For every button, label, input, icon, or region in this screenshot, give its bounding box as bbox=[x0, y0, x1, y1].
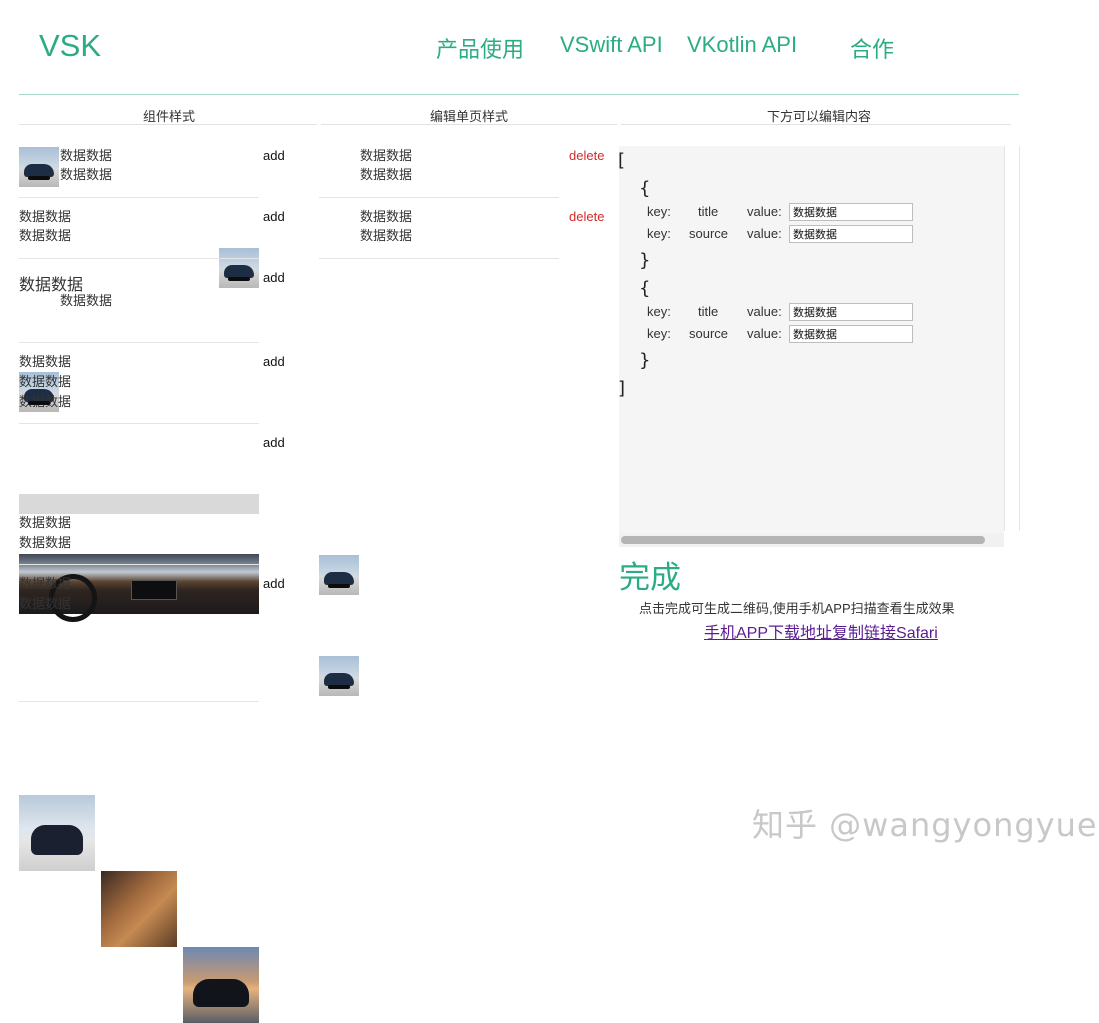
component-text: 数据数据 bbox=[19, 374, 72, 389]
column-title-edit-page: 编辑单页样式 bbox=[429, 109, 508, 124]
value-input[interactable] bbox=[789, 225, 913, 243]
value-input[interactable] bbox=[789, 203, 913, 221]
component-text: 数据数据 bbox=[19, 576, 72, 591]
add-button[interactable]: add bbox=[263, 209, 285, 224]
column-divider bbox=[321, 124, 617, 125]
edit-text: 数据数据 bbox=[360, 228, 413, 243]
car-thumbnail bbox=[319, 555, 359, 595]
key-label: key: bbox=[647, 226, 671, 241]
column-divider bbox=[19, 124, 317, 125]
edit-text: 数据数据 bbox=[360, 209, 413, 224]
value-label: value: bbox=[747, 204, 782, 219]
row-divider bbox=[19, 342, 259, 343]
app-download-link[interactable]: 手机APP下载地址复制链接Safari bbox=[704, 619, 938, 643]
key-label: key: bbox=[647, 326, 671, 341]
add-button[interactable]: add bbox=[263, 148, 285, 163]
value-input[interactable] bbox=[789, 303, 913, 321]
value-label: value: bbox=[747, 326, 782, 341]
row-divider bbox=[19, 564, 259, 565]
value-input[interactable] bbox=[789, 325, 913, 343]
row-divider bbox=[19, 423, 259, 424]
open-brace: { bbox=[639, 278, 651, 299]
delete-button[interactable]: delete bbox=[569, 209, 604, 224]
row-divider bbox=[19, 258, 259, 259]
row-divider bbox=[19, 197, 259, 198]
component-text: 数据数据 bbox=[19, 596, 72, 611]
gallery-image bbox=[183, 947, 259, 1023]
nav-cooperation[interactable]: 合作 bbox=[850, 32, 894, 64]
component-text: 数据数据 bbox=[19, 228, 72, 243]
column-title-editable: 下方可以编辑内容 bbox=[766, 109, 871, 124]
close-bracket: ] bbox=[618, 378, 626, 399]
add-button[interactable]: add bbox=[263, 435, 285, 450]
car-thumbnail bbox=[19, 147, 59, 187]
component-text: 数据数据 bbox=[60, 293, 113, 308]
key-label: key: bbox=[647, 204, 671, 219]
key-name: title bbox=[698, 204, 719, 219]
nav-vswift-api[interactable]: VSwift API bbox=[560, 32, 663, 58]
row-divider bbox=[319, 197, 559, 198]
logo[interactable]: VSK bbox=[39, 28, 101, 64]
component-text: 数据数据 bbox=[19, 354, 72, 369]
edit-text: 数据数据 bbox=[360, 167, 413, 182]
add-button[interactable]: add bbox=[263, 576, 285, 591]
open-bracket: [ bbox=[618, 150, 626, 171]
column-divider bbox=[621, 124, 1011, 125]
key-name: source bbox=[689, 326, 729, 341]
open-brace: { bbox=[639, 178, 651, 199]
row-divider bbox=[319, 258, 559, 259]
header-divider bbox=[19, 94, 1019, 95]
key-label: key: bbox=[647, 304, 671, 319]
editor-side-rail bbox=[1004, 146, 1020, 531]
gallery-image bbox=[19, 795, 95, 871]
add-button[interactable]: add bbox=[263, 354, 285, 369]
row-divider bbox=[19, 701, 259, 702]
component-text: 数据数据 bbox=[19, 209, 72, 224]
key-name: title bbox=[698, 304, 719, 319]
add-button[interactable]: add bbox=[263, 270, 285, 285]
value-label: value: bbox=[747, 226, 782, 241]
car-thumbnail bbox=[319, 656, 359, 696]
banner-caption-bar bbox=[19, 494, 259, 514]
close-brace: } bbox=[639, 350, 651, 371]
nav-vkotlin-api[interactable]: VKotlin API bbox=[687, 32, 797, 58]
edit-text: 数据数据 bbox=[360, 148, 413, 163]
component-text: 数据数据 bbox=[60, 148, 113, 163]
nav-product-usage[interactable]: 产品使用 bbox=[436, 32, 524, 64]
component-text: 数据数据 bbox=[19, 515, 72, 530]
scrollbar-thumb[interactable] bbox=[621, 536, 985, 544]
dashboard-screen-shape bbox=[131, 580, 177, 600]
component-text: 数据数据 bbox=[60, 167, 113, 182]
column-title-components: 组件样式 bbox=[142, 109, 195, 124]
gallery-image bbox=[101, 871, 177, 947]
done-button[interactable]: 完成 bbox=[619, 552, 681, 597]
delete-button[interactable]: delete bbox=[569, 148, 604, 163]
close-brace: } bbox=[639, 250, 651, 271]
value-label: value: bbox=[747, 304, 782, 319]
key-name: source bbox=[689, 226, 729, 241]
component-text: 数据数据 bbox=[19, 535, 72, 550]
watermark: 知乎 @wangyongyue bbox=[752, 806, 1098, 844]
qr-hint-text: 点击完成可生成二维码,使用手机APP扫描查看生成效果 bbox=[639, 601, 955, 616]
car-thumbnail bbox=[219, 248, 259, 288]
